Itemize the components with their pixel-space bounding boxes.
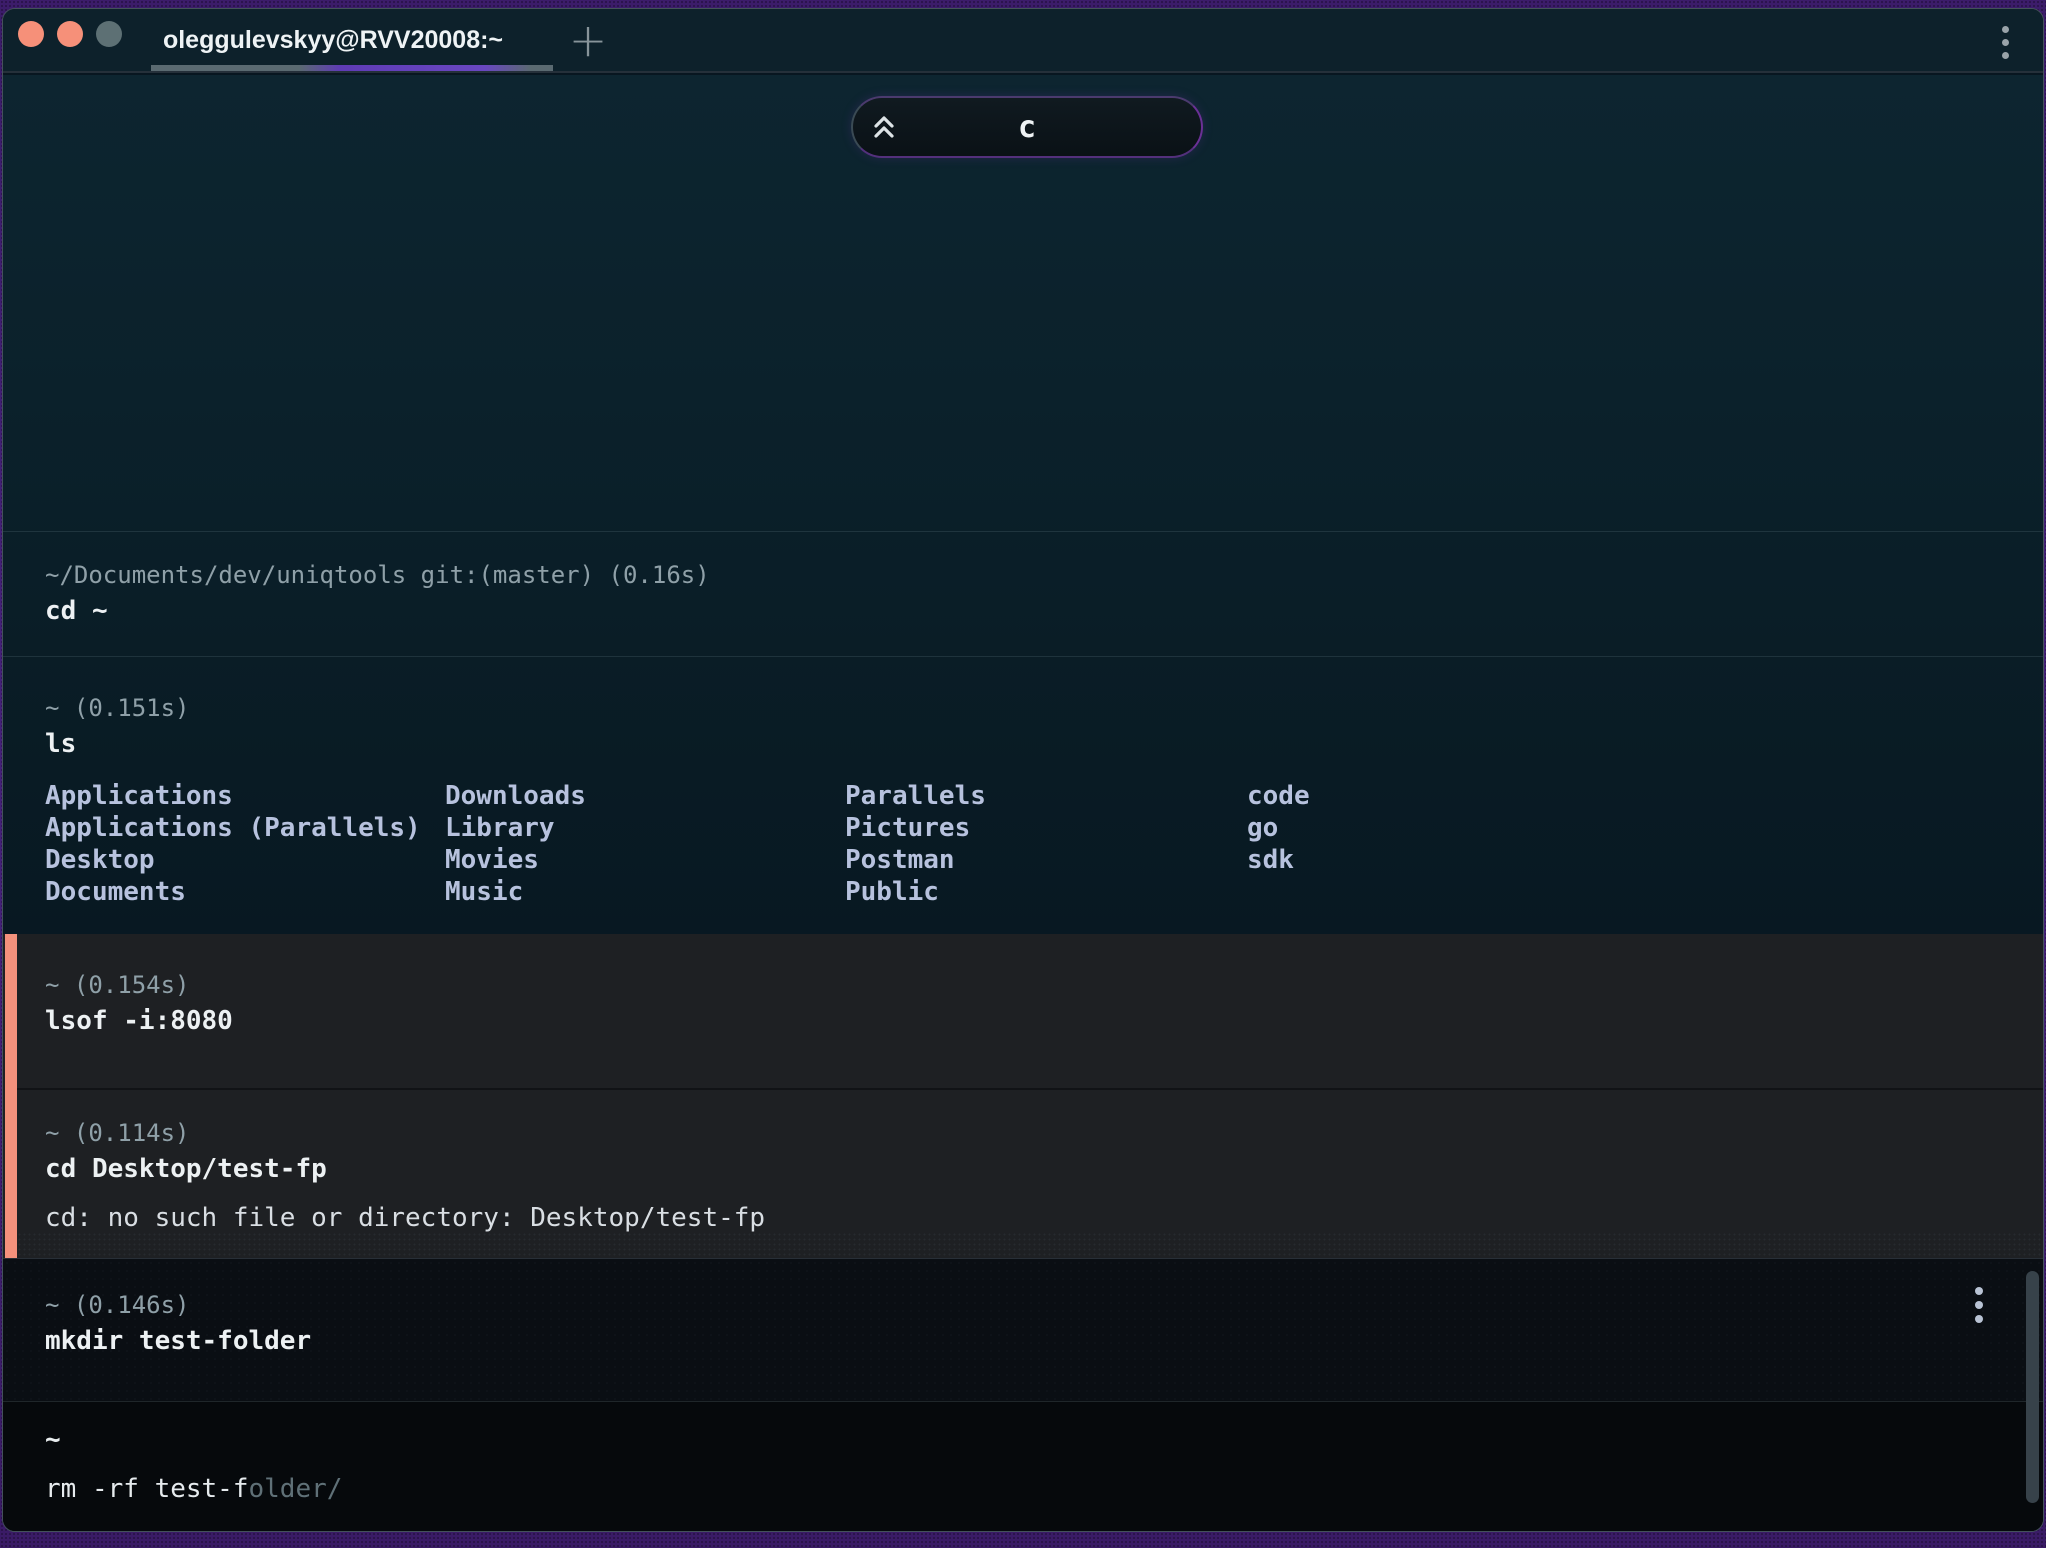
block-command: lsof -i:8080	[45, 1006, 233, 1036]
prompt-input-block[interactable]: ~ rm -rf test-folder/	[3, 1401, 2043, 1531]
tab-bar: oleggulevskyy@RVV20008:~ +	[3, 9, 2043, 73]
tab-indicator-glitch	[299, 65, 531, 71]
scroll-to-bottom-pill[interactable]: c	[851, 96, 1203, 158]
window-menu-icon[interactable]	[2002, 26, 2009, 59]
terminal-content: c ~/Documents/dev/uniqtools git:(master)…	[3, 75, 2043, 1531]
scrollbar-thumb[interactable]	[2026, 1271, 2039, 1503]
listing-item: go	[1247, 813, 1279, 843]
listing-item: Postman	[845, 845, 955, 875]
command-block-cd-home: ~/Documents/dev/uniqtools git:(master) (…	[3, 531, 2043, 656]
typed-text: rm -rf test-f	[45, 1474, 249, 1504]
command-block-cd-testfp: ~ (0.114s) cd Desktop/test-fp cd: no suc…	[3, 1090, 2043, 1258]
prompt-directory: ~	[45, 1425, 61, 1455]
listing-item: Downloads	[445, 781, 586, 811]
listing-item: Applications	[45, 781, 233, 811]
command-block-lsof: ~ (0.154s) lsof -i:8080	[3, 934, 2043, 1088]
tab-title[interactable]: oleggulevskyy@RVV20008:~	[153, 26, 513, 55]
block-command: mkdir test-folder	[45, 1326, 312, 1356]
minimize-button[interactable]	[57, 21, 83, 47]
block-command: cd ~	[45, 596, 108, 626]
block-context-header: ~/Documents/dev/uniqtools git:(master) (…	[45, 561, 710, 589]
tab-active-indicator	[151, 65, 553, 71]
listing-item: Desktop	[45, 845, 155, 875]
block-context-header: ~ (0.114s)	[45, 1119, 190, 1147]
close-button[interactable]	[18, 21, 44, 47]
listing-item: Music	[445, 877, 524, 907]
listing-item: Documents	[45, 877, 186, 907]
listing-item: sdk	[1247, 845, 1294, 875]
listing-item: Pictures	[845, 813, 971, 843]
block-menu-icon[interactable]	[1975, 1287, 1983, 1323]
ls-output-grid: Applications Applications (Parallels) De…	[45, 780, 2043, 908]
error-block-group: ~ (0.154s) lsof -i:8080 ~ (0.114s) cd De…	[3, 934, 2043, 1258]
block-context-header: ~ (0.146s)	[45, 1291, 190, 1319]
command-block-mkdir: ~ (0.146s) mkdir test-folder	[3, 1258, 2043, 1401]
command-input[interactable]: rm -rf test-folder/	[45, 1472, 2043, 1506]
listing-item: Parallels	[845, 781, 986, 811]
traffic-lights	[18, 21, 122, 47]
terminal-window: oleggulevskyy@RVV20008:~ + c ~/Documents…	[2, 8, 2044, 1532]
block-command: cd Desktop/test-fp	[45, 1154, 327, 1184]
listing-item: Public	[845, 877, 939, 907]
block-command: ls	[45, 729, 77, 759]
command-block-ls: ~ (0.151s) ls Applications Applications …	[3, 656, 2043, 934]
autosuggestion-text: older/	[248, 1474, 343, 1504]
pill-key-label: c	[1017, 109, 1037, 145]
fullscreen-button[interactable]	[96, 21, 122, 47]
block-context-header: ~ (0.151s)	[45, 694, 190, 722]
block-context-header: ~ (0.154s)	[45, 971, 190, 999]
listing-item: code	[1247, 781, 1310, 811]
new-tab-icon[interactable]: +	[563, 13, 613, 67]
listing-item: Applications (Parallels)	[45, 813, 421, 843]
block-error-output: cd: no such file or directory: Desktop/t…	[45, 1203, 766, 1233]
listing-item: Movies	[445, 845, 539, 875]
listing-item: Library	[445, 813, 555, 843]
